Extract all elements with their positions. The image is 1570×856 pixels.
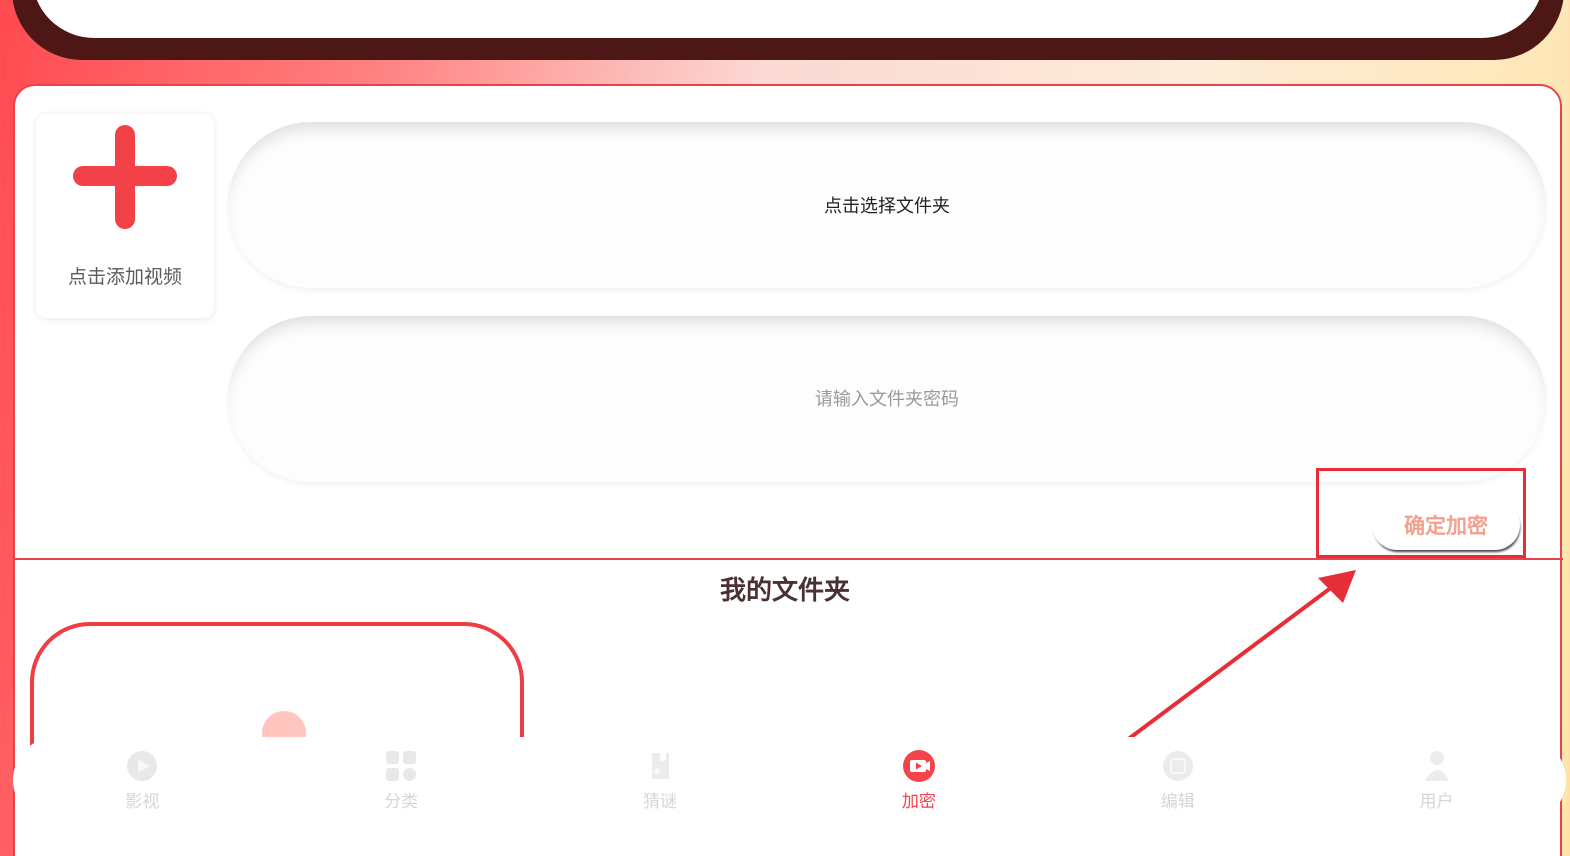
play-circle-icon (125, 749, 159, 783)
puzzle-icon (643, 749, 677, 783)
select-folder-label: 点击选择文件夹 (824, 196, 950, 217)
select-folder-button[interactable]: 点击选择文件夹 (228, 122, 1546, 288)
tab-encrypt[interactable]: 加密 (789, 737, 1048, 823)
tab-categories[interactable]: 分类 (272, 737, 531, 823)
tab-user[interactable]: 用户 (1307, 737, 1566, 823)
tab-label: 加密 (901, 792, 936, 812)
tab-edit[interactable]: 编辑 (1048, 737, 1307, 823)
edit-icon (1161, 749, 1195, 783)
tab-movies[interactable]: 影视 (13, 737, 272, 823)
folder-password-input[interactable] (585, 387, 1189, 411)
top-banner-card (12, 0, 1564, 60)
add-video-button[interactable]: 点击添加视频 (36, 114, 214, 318)
tab-riddles[interactable]: 猜谜 (531, 737, 790, 823)
my-folders-title: 我的文件夹 (719, 576, 850, 606)
tab-label: 影视 (125, 792, 160, 812)
bottom-tab-bar: 影视 分类 猜谜 加密 编辑 用户 (13, 737, 1566, 823)
tab-label: 编辑 (1160, 792, 1195, 812)
password-field-container (228, 316, 1546, 482)
grid-icon (384, 749, 418, 783)
plus-icon-bar (73, 166, 177, 186)
user-icon (1420, 749, 1454, 783)
video-lock-icon (902, 749, 936, 783)
tab-label: 分类 (384, 792, 419, 812)
tab-label: 用户 (1419, 792, 1454, 812)
annotation-highlight-box (1316, 468, 1526, 558)
top-banner-inner (32, 0, 1544, 38)
add-video-label: 点击添加视频 (67, 266, 182, 288)
tab-label: 猜谜 (643, 792, 678, 812)
section-divider (14, 558, 1563, 560)
